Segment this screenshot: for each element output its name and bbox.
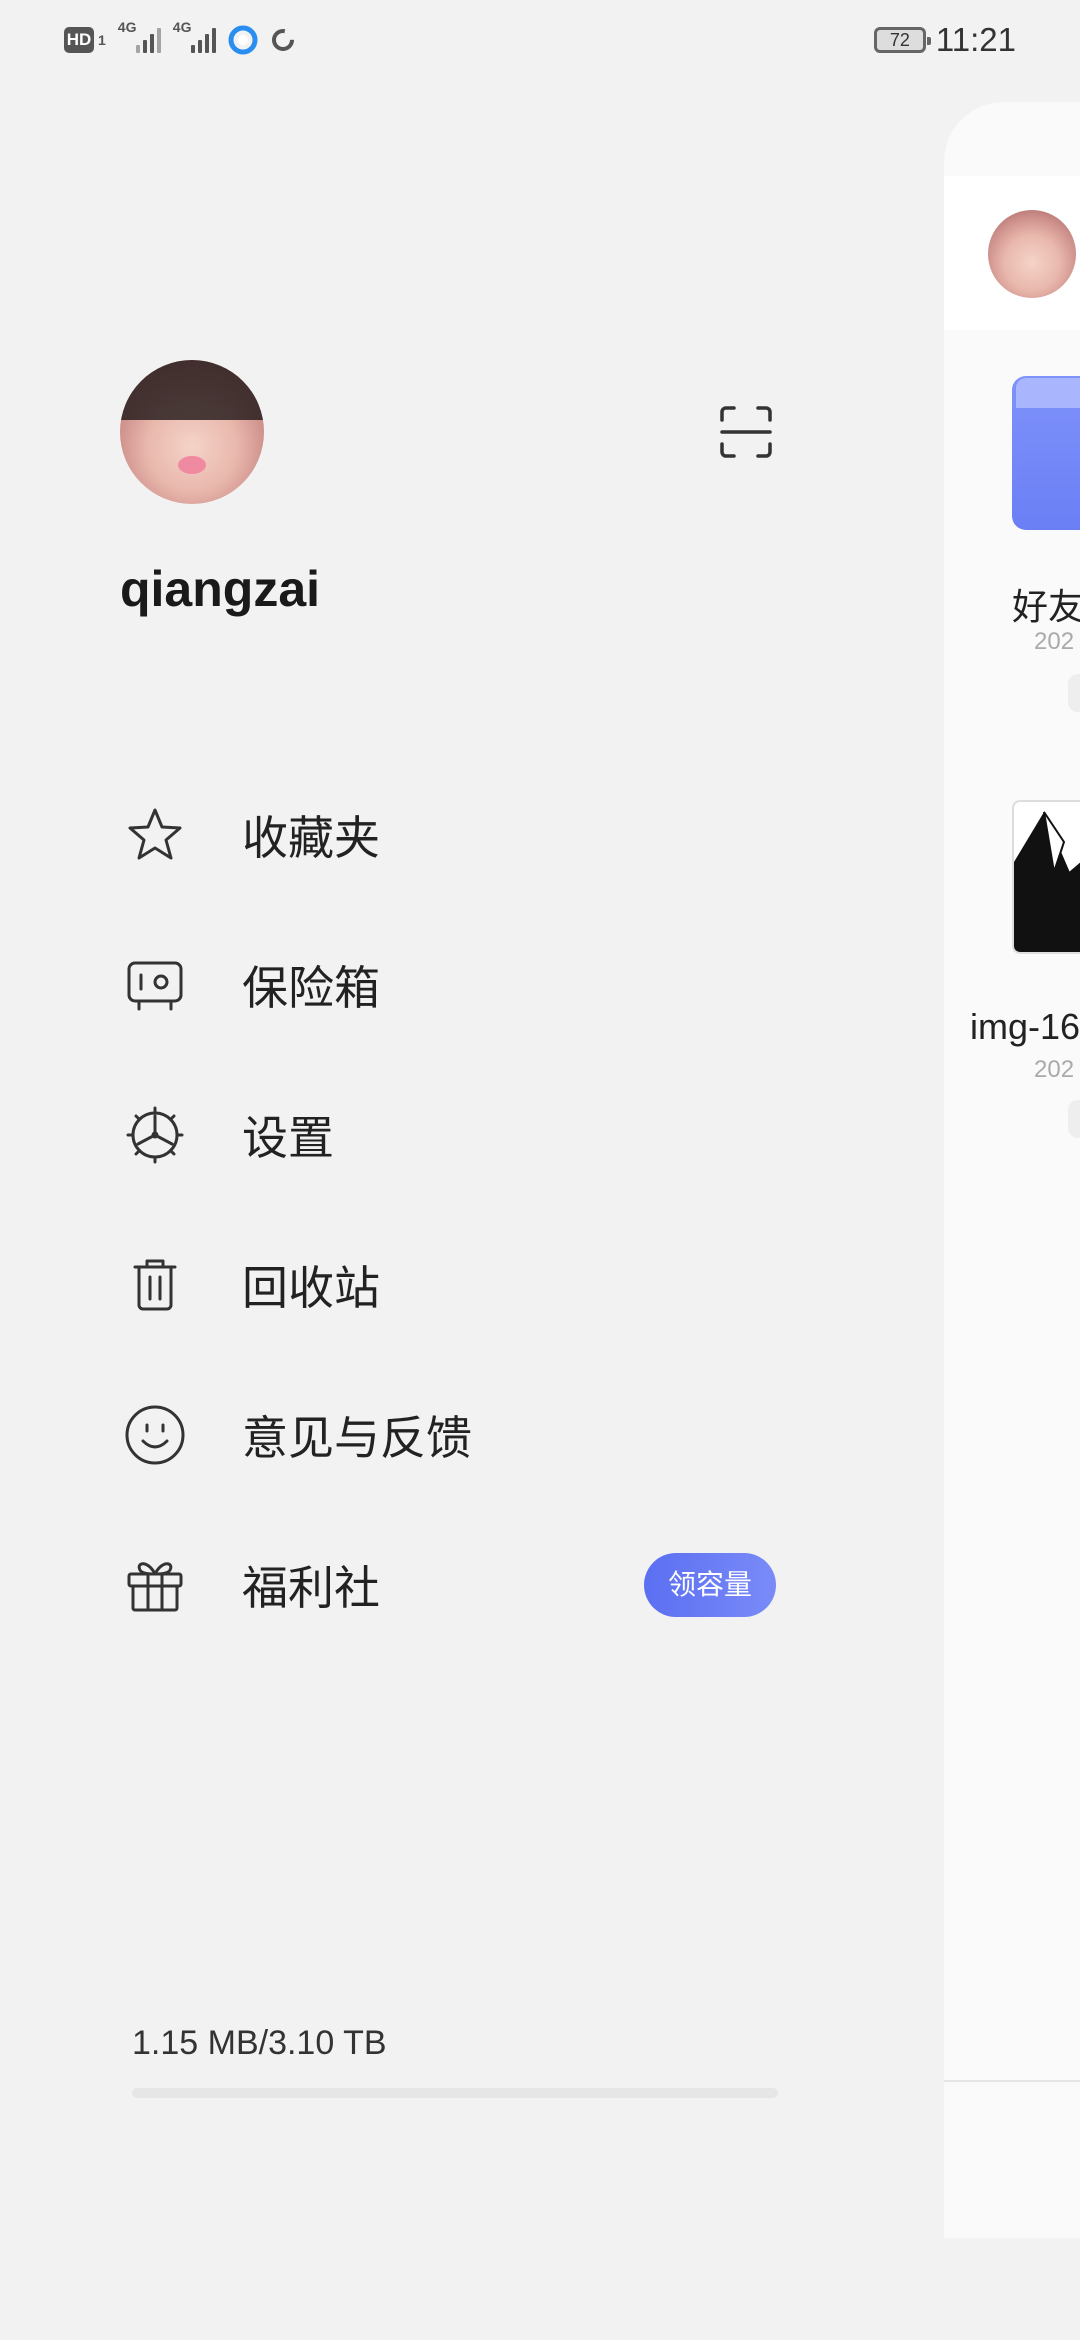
claim-storage-badge[interactable]: 领容量 [643,1553,776,1617]
menu-label: 福利社 [242,1562,380,1614]
file-name: 好友 [1012,586,1080,627]
safe-icon [120,950,190,1020]
file-date: 202 [1034,1056,1075,1083]
menu-label: 保险箱 [242,962,380,1014]
folder-tab [1016,378,1080,408]
side-drawer: qiangzai 收藏夹 保险箱 设置 回收站 意见与反馈 福利社 领容量 1.… [0,0,940,2340]
menu-label: 设置 [242,1112,334,1164]
bottom-nav-divider [944,2080,1080,2082]
menu-label: 意见与反馈 [242,1412,472,1464]
menu-item-welfare[interactable]: 福利社 领容量 [120,1510,780,1660]
storage-progress-bar [132,2088,778,2098]
file-tag [1068,674,1080,712]
menu-label: 回收站 [242,1262,380,1314]
avatar[interactable] [120,360,264,504]
main-page-peek[interactable]: 好友 202 img-16 202 [944,102,1080,2238]
trash-icon [120,1250,190,1320]
image-thumbnail [1012,800,1080,954]
clock: 11:21 [935,21,1016,58]
file-name: img-16 [970,1006,1080,1047]
menu-item-favorites[interactable]: 收藏夹 [120,760,780,910]
smile-icon [120,1400,190,1470]
file-date: 202 [1034,628,1075,655]
gift-icon [120,1550,190,1620]
menu-item-recycle-bin[interactable]: 回收站 [120,1210,780,1360]
star-icon [120,800,190,870]
scan-icon[interactable] [718,404,774,460]
menu-item-safe[interactable]: 保险箱 [120,910,780,1060]
settings-icon [120,1100,190,1170]
menu-item-feedback[interactable]: 意见与反馈 [120,1360,780,1510]
main-avatar [988,210,1076,298]
menu-item-settings[interactable]: 设置 [120,1060,780,1210]
menu-label: 收藏夹 [242,812,380,864]
storage-usage-text: 1.15 MB/3.10 TB [132,2024,387,2062]
drawer-menu: 收藏夹 保险箱 设置 回收站 意见与反馈 福利社 领容量 [120,760,780,1660]
file-tag [1068,1100,1080,1138]
username: qiangzai [120,561,321,617]
